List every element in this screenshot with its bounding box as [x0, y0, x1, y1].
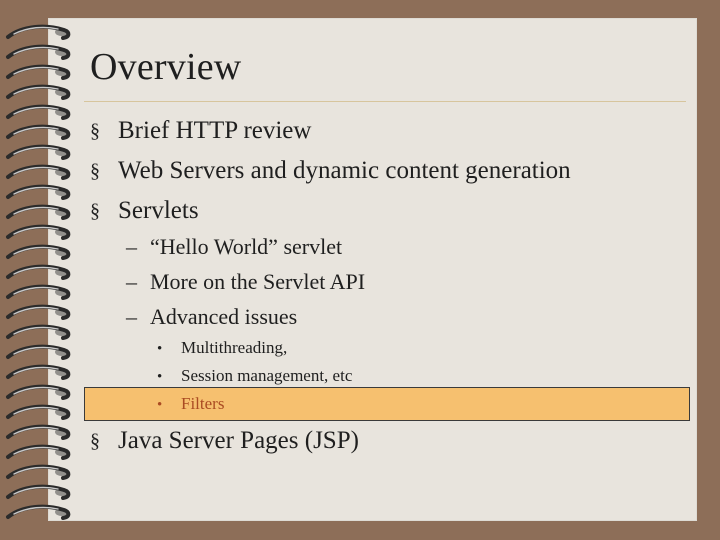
sub-bullet-marker: – — [126, 234, 137, 259]
sub-sub-bullet-text: Filters — [181, 394, 225, 413]
bullet-marker: § — [90, 200, 100, 222]
sub-sub-bullet-session-management: • Session management, etc — [157, 365, 352, 388]
spiral-binding-icon — [6, 24, 71, 520]
bullet-text: Servlets — [118, 197, 199, 224]
bullet-marker: § — [90, 160, 100, 182]
sub-bullet-text: Advanced issues — [150, 304, 298, 329]
sub-sub-bullet-marker: • — [157, 369, 163, 385]
bullet-marker: § — [90, 120, 100, 142]
sub-bullet-marker: – — [126, 269, 137, 294]
bullet-java-server-pages: § Java Server Pages (JSP) — [90, 426, 359, 456]
sub-sub-bullet-filters: • Filters — [157, 393, 224, 416]
slide-canvas: Overview § Brief HTTP review § Web Servers… — [0, 0, 720, 540]
bullet-text: Web Servers and dynamic content generati… — [118, 157, 571, 184]
sub-bullet-text: “Hello World” servlet — [150, 234, 343, 259]
sub-bullet-text: More on the Servlet API — [150, 269, 366, 294]
title-divider — [84, 101, 686, 102]
bullet-servlets: § Servlets — [90, 196, 199, 226]
sub-bullet-advanced-issues: – Advanced issues — [126, 304, 297, 330]
sub-bullet-servlet-api: – More on the Servlet API — [126, 269, 365, 295]
sub-sub-bullet-marker: • — [157, 341, 163, 357]
sub-bullet-marker: – — [126, 304, 137, 329]
bullet-marker: § — [90, 430, 100, 452]
sub-sub-bullet-multithreading: • Multithreading, — [157, 337, 287, 360]
bullet-web-servers: § Web Servers and dynamic content generat… — [90, 156, 571, 186]
sub-sub-bullet-text: Multithreading, — [181, 338, 288, 357]
sub-sub-bullet-text: Session management, etc — [181, 366, 353, 385]
bullet-text: Java Server Pages (JSP) — [118, 427, 359, 454]
sub-bullet-hello-world: – “Hello World” servlet — [126, 234, 342, 260]
sub-sub-bullet-marker: • — [157, 397, 163, 413]
bullet-text: Brief HTTP review — [118, 117, 312, 144]
bullet-brief-http-review: § Brief HTTP review — [90, 116, 311, 146]
slide-title: Overview — [90, 46, 242, 88]
